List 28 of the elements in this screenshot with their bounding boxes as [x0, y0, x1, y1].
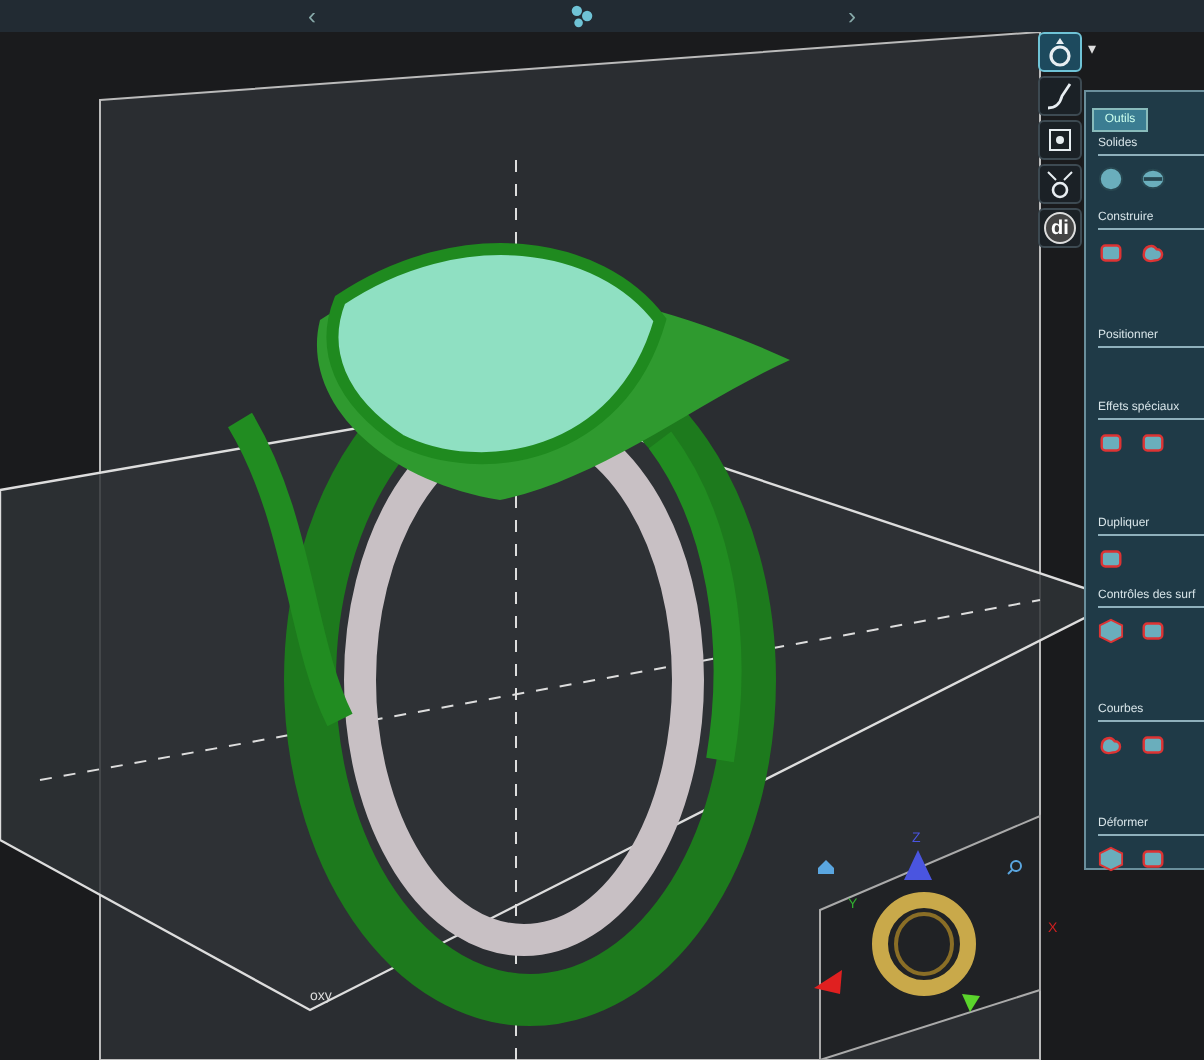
box-tool-icon[interactable] — [1098, 546, 1124, 572]
blob-tool-icon[interactable] — [1140, 240, 1166, 266]
box-tool-icon[interactable] — [1098, 430, 1124, 456]
nodes-icon[interactable] — [570, 4, 594, 28]
blob-tool-icon[interactable] — [1098, 732, 1124, 758]
ellipsoid-tool-icon[interactable] — [1140, 166, 1166, 192]
sphere-tool-icon[interactable] — [1098, 166, 1124, 192]
dropdown-caret-icon[interactable]: ▾ — [1088, 40, 1096, 58]
box-tool-icon[interactable] — [1098, 240, 1124, 266]
zoom-icon[interactable] — [1007, 860, 1022, 875]
gizmo-ring-drawing — [872, 892, 976, 996]
box-tool-icon[interactable] — [1140, 618, 1166, 644]
di-button[interactable]: di — [1038, 208, 1082, 248]
previous-button[interactable]: ‹ — [300, 2, 324, 30]
mesh-tool-icon[interactable] — [1038, 120, 1082, 160]
x-axis-arrow[interactable] — [814, 970, 842, 994]
next-button[interactable]: › — [840, 2, 864, 30]
pen-tool-icon[interactable] — [1038, 76, 1082, 116]
ring-tool-icon[interactable] — [1038, 32, 1082, 72]
hexagon-tool-icon[interactable] — [1098, 846, 1124, 872]
box-tool-icon[interactable] — [1140, 846, 1166, 872]
z-axis-arrow[interactable] — [904, 850, 932, 880]
box-tool-icon[interactable] — [1140, 732, 1166, 758]
gem-tool-icon[interactable] — [1038, 164, 1082, 204]
y-axis-arrow[interactable] — [962, 994, 980, 1012]
home-icon[interactable] — [818, 860, 834, 874]
box-tool-icon[interactable] — [1140, 430, 1166, 456]
hexagon-tool-icon[interactable] — [1098, 618, 1124, 644]
